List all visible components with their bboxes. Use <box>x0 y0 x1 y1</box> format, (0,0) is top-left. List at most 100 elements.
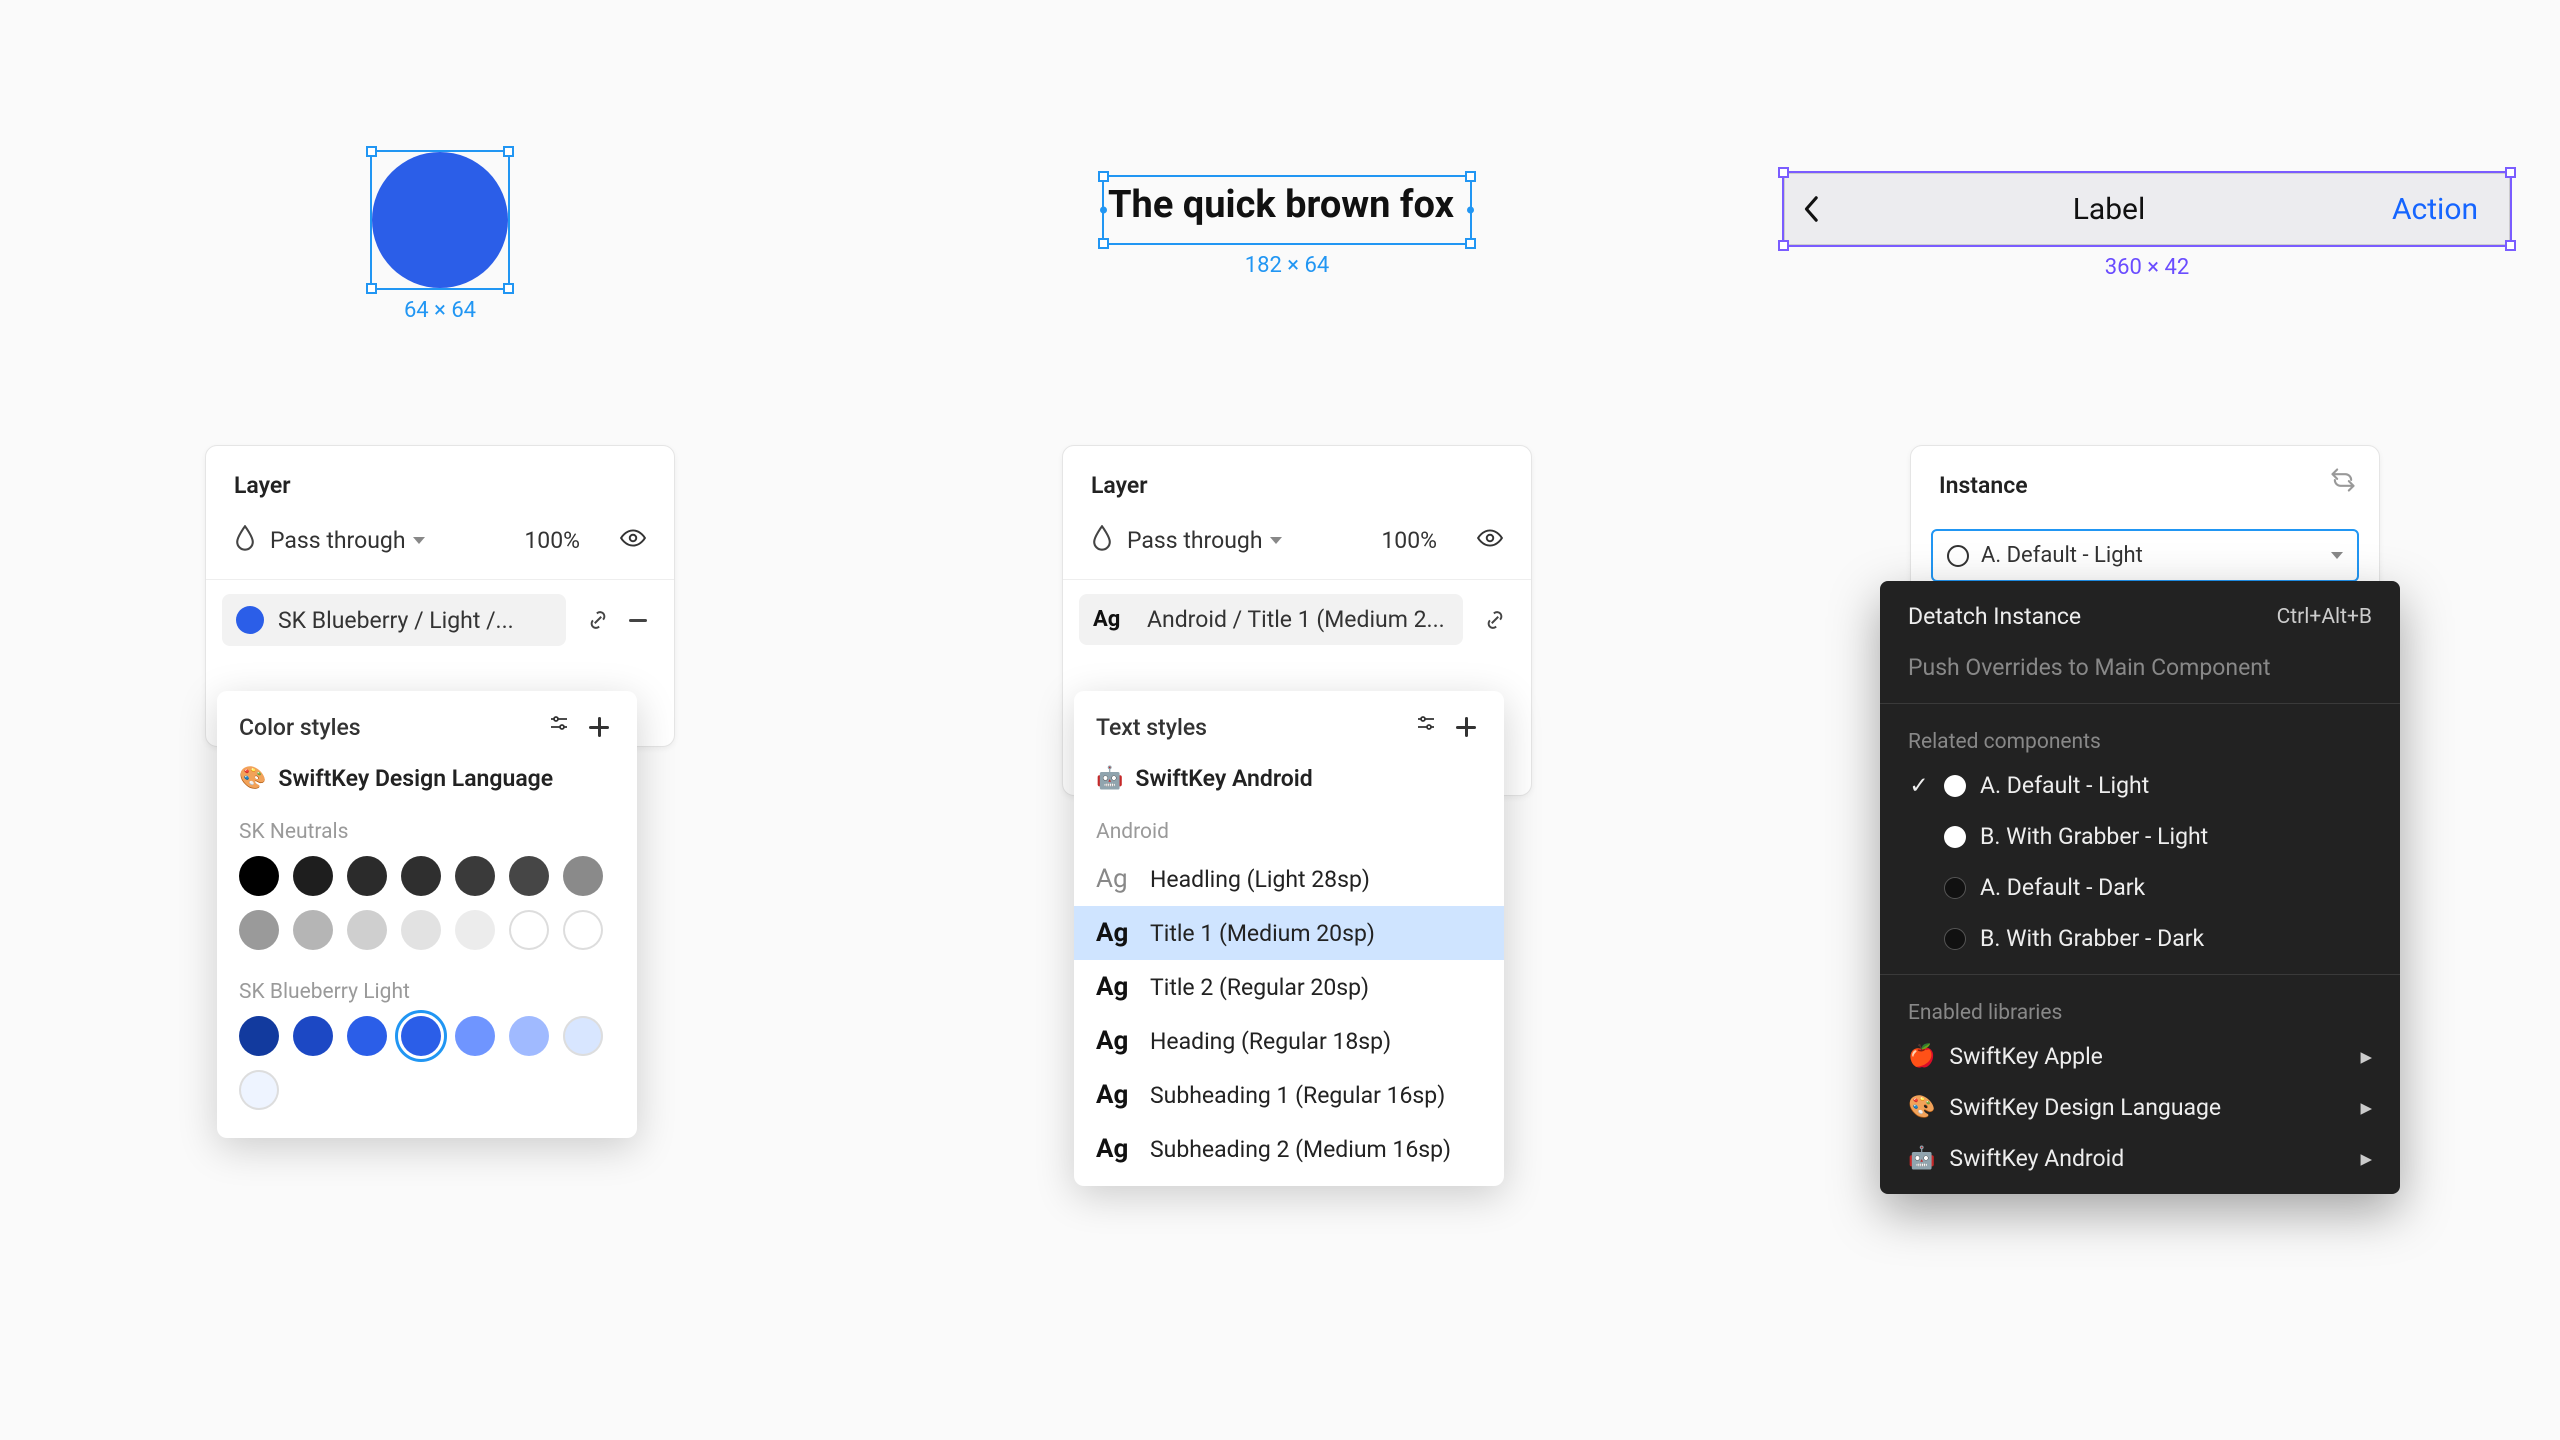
menu-item-related-component[interactable]: ✓A. Default - Light <box>1880 760 2400 811</box>
text-style-label: Headling (Light 28sp) <box>1150 866 1370 893</box>
color-swatch[interactable] <box>509 856 549 896</box>
visibility-toggle[interactable] <box>1477 525 1503 555</box>
shape-selection[interactable]: 64 × 64 <box>370 150 510 290</box>
blend-mode-select[interactable]: Pass through <box>1127 527 1282 554</box>
color-swatch[interactable] <box>401 1016 441 1056</box>
library-name: SwiftKey Design Language <box>278 765 553 792</box>
resize-handle[interactable] <box>1098 171 1109 182</box>
library-row[interactable]: 🤖 SwiftKey Android <box>1074 755 1504 802</box>
opacity-value[interactable]: 100% <box>524 527 580 554</box>
resize-handle[interactable] <box>366 283 377 294</box>
resize-handle[interactable] <box>1467 207 1474 214</box>
resize-handle[interactable] <box>1465 171 1476 182</box>
opacity-value[interactable]: 100% <box>1381 527 1437 554</box>
remove-fill-icon[interactable] <box>622 604 654 636</box>
color-swatch[interactable] <box>509 1016 549 1056</box>
check-icon: ✓ <box>1908 772 1930 799</box>
menu-item-label: B. With Grabber - Dark <box>1980 925 2204 952</box>
filter-icon[interactable] <box>547 713 571 741</box>
text-style-label: Title 1 (Medium 20sp) <box>1150 920 1375 947</box>
resize-handle[interactable] <box>2505 240 2516 251</box>
color-swatch[interactable] <box>239 856 279 896</box>
library-icon: 🤖 <box>1908 1146 1935 1171</box>
robot-icon: 🤖 <box>1096 766 1123 791</box>
keyboard-shortcut: Ctrl+Alt+B <box>2277 605 2372 629</box>
color-swatch[interactable] <box>347 910 387 950</box>
menu-item-label: B. With Grabber - Light <box>1980 823 2208 850</box>
menu-item-library[interactable]: 🍎SwiftKey Apple▸ <box>1880 1031 2400 1082</box>
color-swatch[interactable] <box>293 856 333 896</box>
panel-title: Layer <box>206 446 674 517</box>
text-style-item[interactable]: Ag Title 2 (Regular 20sp) <box>1074 960 1504 1014</box>
text-style-item[interactable]: AgTitle 1 (Medium 20sp) <box>1074 906 1504 960</box>
sample-text: The quick brown fox <box>1104 177 1470 233</box>
detach-style-icon[interactable] <box>1479 604 1511 636</box>
color-swatch[interactable] <box>563 856 603 896</box>
color-swatch[interactable] <box>239 910 279 950</box>
color-swatch[interactable] <box>455 910 495 950</box>
text-style-item[interactable]: AgHeading (Regular 18sp) <box>1074 1014 1504 1068</box>
text-style-item[interactable]: AgSubheading 1 (Regular 16sp) <box>1074 1068 1504 1122</box>
reset-overrides-icon[interactable] <box>2329 466 2357 498</box>
resize-handle[interactable] <box>1465 238 1476 249</box>
text-style-label: Heading (Regular 18sp) <box>1150 1028 1391 1055</box>
resize-handle[interactable] <box>1778 240 1789 251</box>
swatch-grid-blueberry <box>217 1012 637 1122</box>
popover-title: Text styles <box>1096 714 1402 741</box>
resize-handle[interactable] <box>1100 207 1107 214</box>
color-swatch[interactable] <box>347 856 387 896</box>
menu-item-detach-instance[interactable]: Detatch Instance Ctrl+Alt+B <box>1880 591 2400 642</box>
menu-item-related-component[interactable]: B. With Grabber - Dark <box>1880 913 2400 964</box>
navbar-action[interactable]: Action <box>2379 192 2509 227</box>
color-swatch[interactable] <box>455 1016 495 1056</box>
fill-style-chip[interactable]: SK Blueberry / Light /... <box>222 594 566 646</box>
text-style-item[interactable]: Ag Headling (Light 28sp) <box>1074 852 1504 906</box>
text-style-glyph: Ag <box>1096 1134 1136 1164</box>
menu-item-library[interactable]: 🎨SwiftKey Design Language▸ <box>1880 1082 2400 1133</box>
instance-selected-name: A. Default - Light <box>1981 543 2319 568</box>
filter-icon[interactable] <box>1414 713 1438 741</box>
color-swatch[interactable] <box>239 1016 279 1056</box>
color-swatch[interactable] <box>401 856 441 896</box>
blend-drop-icon <box>234 525 256 555</box>
back-button[interactable] <box>1785 195 1839 223</box>
menu-item-related-component[interactable]: B. With Grabber - Light <box>1880 811 2400 862</box>
color-swatch[interactable] <box>293 910 333 950</box>
resize-handle[interactable] <box>503 146 514 157</box>
color-swatch[interactable] <box>509 910 549 950</box>
menu-item-label: SwiftKey Android <box>1949 1145 2124 1172</box>
text-style-glyph: Ag <box>1096 864 1136 894</box>
detach-style-icon[interactable] <box>582 604 614 636</box>
resize-handle[interactable] <box>1098 238 1109 249</box>
text-selection[interactable]: The quick brown fox 182 × 64 <box>1102 175 1472 245</box>
add-style-icon[interactable] <box>583 711 615 743</box>
resize-handle[interactable] <box>2505 167 2516 178</box>
color-swatch[interactable] <box>563 1016 603 1056</box>
color-swatch[interactable] <box>347 1016 387 1056</box>
blend-mode-select[interactable]: Pass through <box>270 527 425 554</box>
blend-drop-icon <box>1091 525 1113 555</box>
resize-handle[interactable] <box>366 146 377 157</box>
chevron-down-icon <box>413 537 425 544</box>
menu-item-label: SwiftKey Apple <box>1949 1043 2102 1070</box>
text-style-glyph: Ag <box>1093 607 1133 632</box>
color-swatch[interactable] <box>455 856 495 896</box>
color-swatch[interactable] <box>239 1070 279 1110</box>
library-row[interactable]: 🎨 SwiftKey Design Language <box>217 755 637 802</box>
resize-handle[interactable] <box>1778 167 1789 178</box>
chevron-down-icon <box>1270 537 1282 544</box>
color-swatch[interactable] <box>293 1016 333 1056</box>
text-style-glyph: Ag <box>1096 972 1136 1002</box>
color-swatch[interactable] <box>401 910 441 950</box>
instance-swap-select[interactable]: A. Default - Light <box>1931 529 2359 582</box>
text-style-label: Title 2 (Regular 20sp) <box>1150 974 1369 1001</box>
component-selection[interactable]: Label Action 360 × 42 <box>1782 171 2512 247</box>
text-style-item[interactable]: AgSubheading 2 (Medium 16sp) <box>1074 1122 1504 1176</box>
menu-item-related-component[interactable]: A. Default - Dark <box>1880 862 2400 913</box>
visibility-toggle[interactable] <box>620 525 646 555</box>
color-swatch[interactable] <box>563 910 603 950</box>
menu-item-library[interactable]: 🤖SwiftKey Android▸ <box>1880 1133 2400 1184</box>
text-style-chip[interactable]: Ag Android / Title 1 (Medium 2... <box>1079 594 1463 645</box>
resize-handle[interactable] <box>503 283 514 294</box>
add-style-icon[interactable] <box>1450 711 1482 743</box>
